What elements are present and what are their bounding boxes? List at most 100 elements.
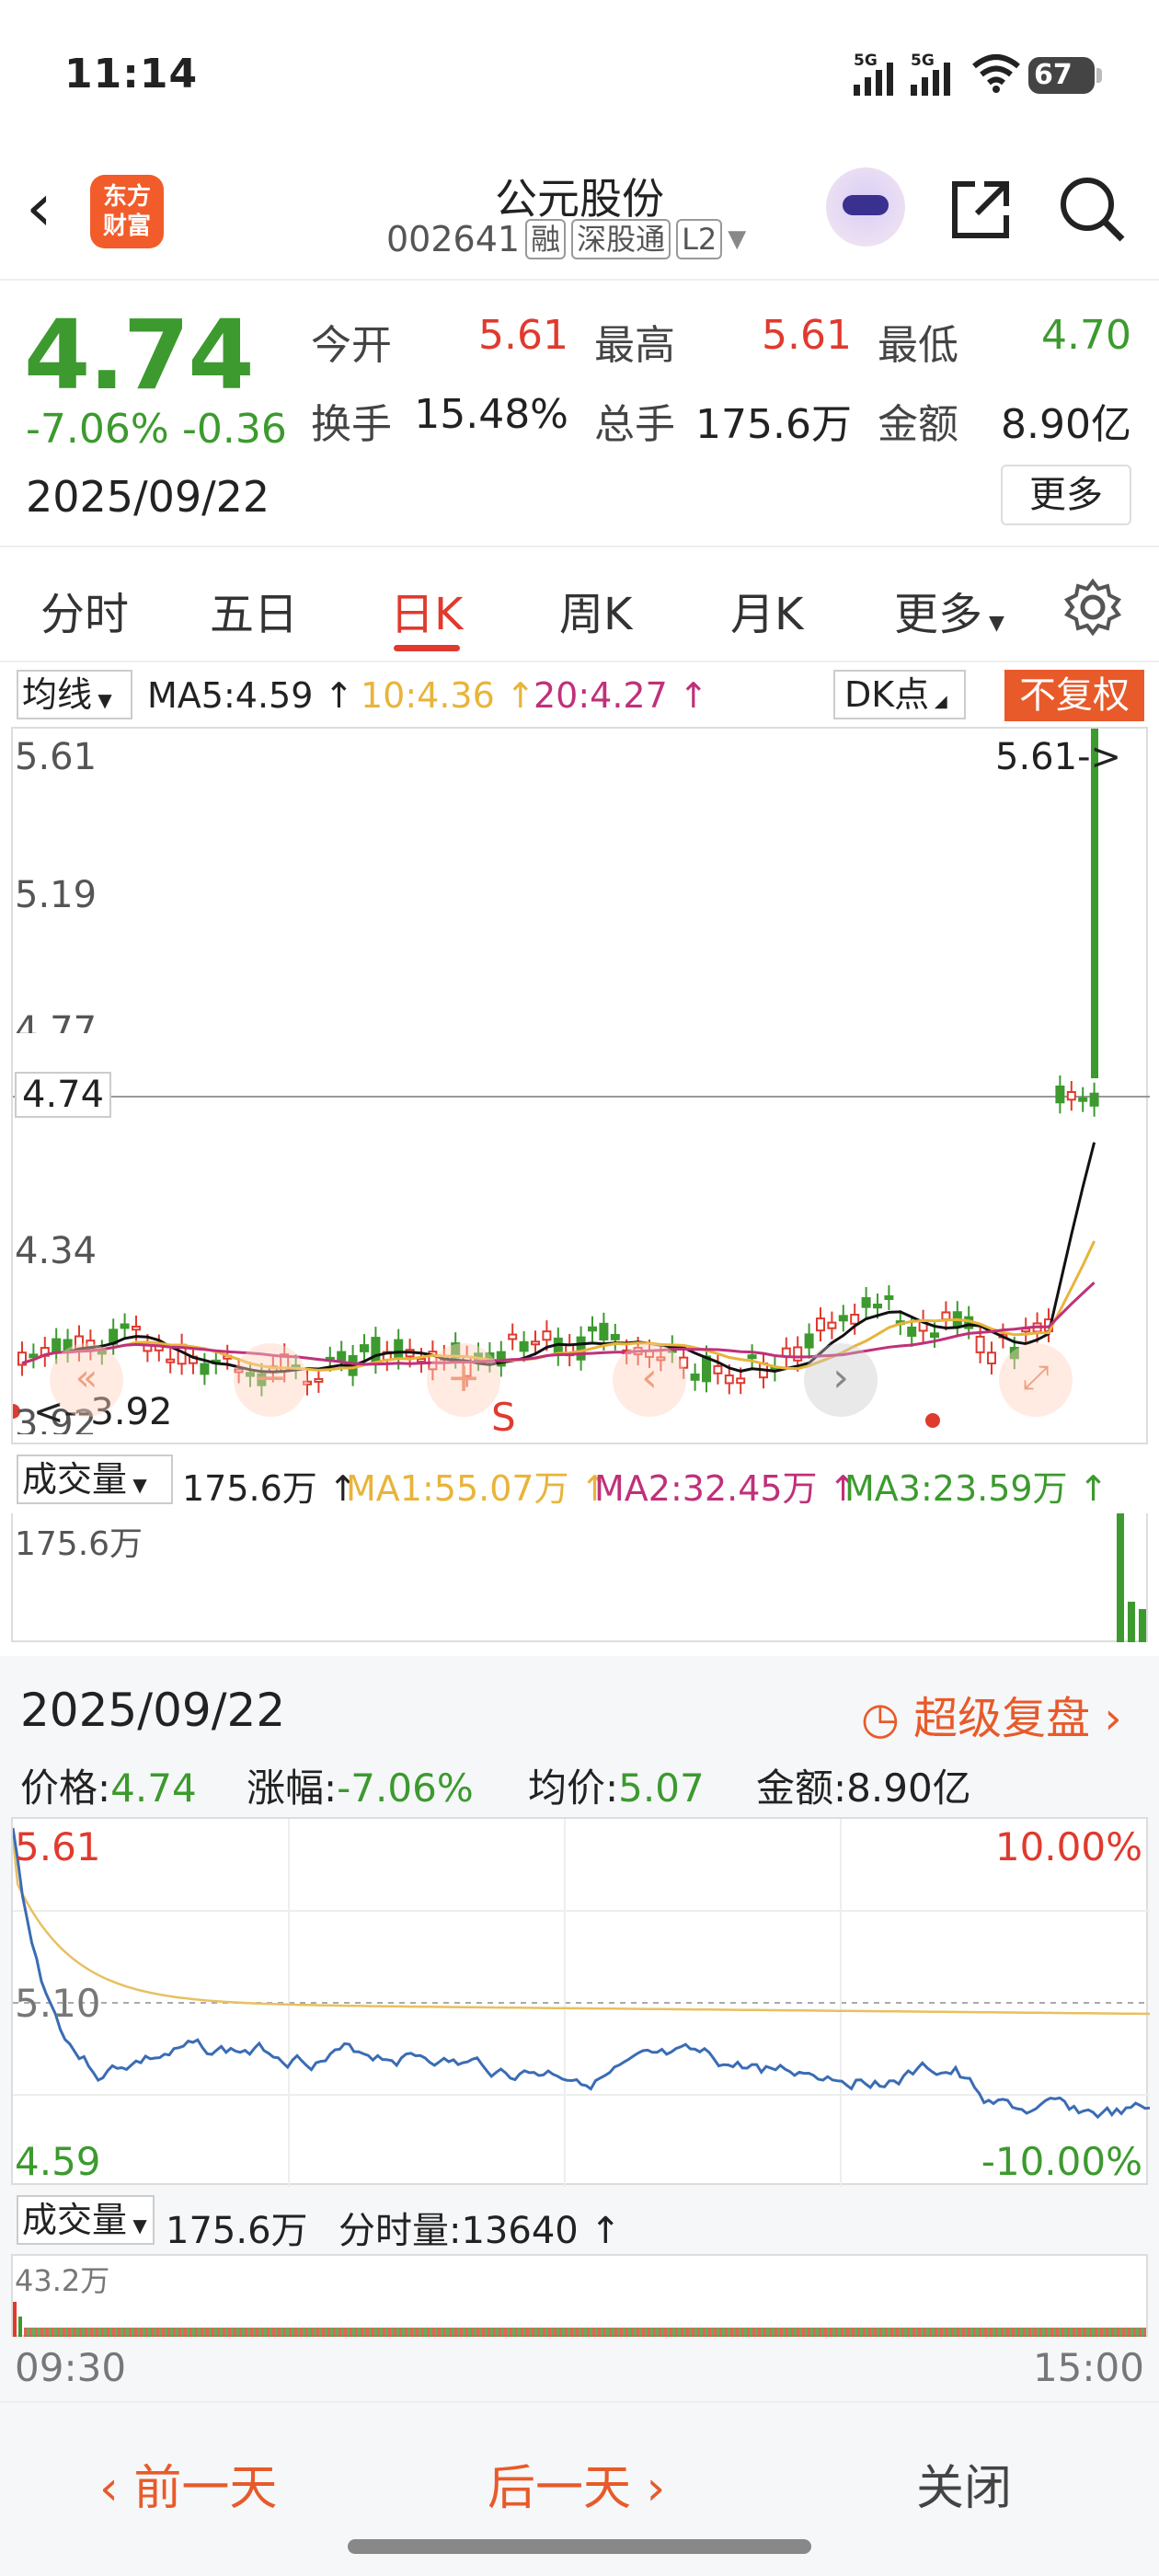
intraday-volume-chart[interactable]: 43.2万 xyxy=(11,2254,1148,2337)
scroll-left-button[interactable]: ‹ xyxy=(613,1343,686,1417)
zoom-out-button[interactable]: − xyxy=(234,1343,307,1417)
intraday-mid-label: 5.10 xyxy=(15,1981,101,2026)
volume-bar xyxy=(1139,1609,1146,1642)
corner-triangle-icon: ◢ xyxy=(929,692,947,711)
super-replay-link[interactable]: ◷ 超级复盘 › xyxy=(861,1682,1122,1746)
turnover-label: 换手 xyxy=(311,401,392,448)
amount-value: 8.90亿 xyxy=(1001,401,1131,448)
tab-more-label: 更多 xyxy=(894,589,983,640)
open-value: 5.61 xyxy=(478,312,568,359)
candle-body xyxy=(120,1323,130,1329)
intraday-volume-axis: 43.2万 xyxy=(15,2263,110,2298)
margin-tag: 融 xyxy=(525,219,567,259)
intraday-volume-bar: 成交量 ▼ 175.6万 分时量:13640 ↑ xyxy=(0,2190,1159,2254)
stock-code-row[interactable]: 002641 融 深股通 L2 ▼ xyxy=(386,219,746,259)
replay-avg: 均价:5.07 xyxy=(528,1757,705,1813)
candle-body xyxy=(793,1346,803,1362)
time-start: 09:30 xyxy=(15,2345,127,2390)
candle-body xyxy=(166,1358,176,1363)
ma20-value: 20:4.27 ↑ xyxy=(534,675,708,716)
candle-body xyxy=(52,1338,62,1354)
assistant-avatar-icon[interactable] xyxy=(826,167,905,247)
vol-ma2-text: MA2:32.45万 xyxy=(594,1468,818,1509)
max-price-marker: 5.61-> xyxy=(995,736,1122,778)
candle-body xyxy=(599,1322,609,1340)
intraday-volume-selector[interactable]: 成交量 ▼ xyxy=(17,2195,155,2245)
tab-more[interactable]: 更多 ▼ xyxy=(894,578,1004,642)
more-quote-button[interactable]: 更多 xyxy=(1001,465,1131,525)
close-button[interactable]: 关闭 xyxy=(916,2449,1012,2518)
candle-body xyxy=(827,1321,837,1329)
candle-body xyxy=(713,1364,723,1374)
candle-body xyxy=(588,1326,597,1332)
volume-chart[interactable]: 175.6万 xyxy=(11,1513,1148,1642)
dk-point-selector[interactable]: DK点 ◢ xyxy=(833,670,966,719)
fullscreen-icon[interactable]: ⤢ xyxy=(999,1343,1073,1417)
volume-value-text: 175.6万 xyxy=(182,1468,317,1509)
candle-body xyxy=(1066,1091,1076,1101)
replay-change-label: 涨幅: xyxy=(247,1765,338,1811)
candle-body xyxy=(337,1351,347,1362)
next-day-button[interactable]: 后一天 › xyxy=(488,2449,665,2518)
prev-day-label: 前一天 xyxy=(133,2461,278,2516)
chevron-right-icon: › xyxy=(1090,1693,1122,1744)
intraday-volume-value: 175.6万 xyxy=(166,2210,308,2252)
chevron-left-icon: ‹ xyxy=(99,2461,134,2516)
volume-value: 175.6万 ↑ xyxy=(182,1468,358,1509)
candle-body xyxy=(907,1326,917,1337)
home-indicator[interactable] xyxy=(348,2539,811,2554)
connect-tag: 深股通 xyxy=(571,219,671,259)
candle-body xyxy=(1091,729,1098,1078)
intraday-low-pct: -10.00% xyxy=(981,2139,1142,2184)
scroll-left-fast-button[interactable]: « xyxy=(50,1343,123,1417)
intraday-volume-bar xyxy=(18,2317,22,2337)
y-label-4: 4.34 xyxy=(15,1230,98,1272)
prev-day-button[interactable]: ‹ 前一天 xyxy=(99,2449,277,2518)
settings-gear-icon[interactable] xyxy=(1063,578,1122,637)
network-type-label-2: 5G xyxy=(911,52,935,70)
tab-intraday[interactable]: 分时 xyxy=(40,578,129,642)
tab-monthly-k[interactable]: 月K xyxy=(730,578,803,642)
candle-body xyxy=(1089,1092,1099,1107)
intraday-chart[interactable]: 5.61 5.10 4.59 10.00% -10.00% xyxy=(11,1817,1151,2187)
chevron-right-icon: › xyxy=(631,2461,666,2516)
volume-bar xyxy=(1128,1602,1135,1642)
tab-five-day[interactable]: 五日 xyxy=(210,578,298,642)
ma-selector[interactable]: 均线 ▼ xyxy=(17,670,132,719)
ma10-text: 10:4.36 xyxy=(361,675,495,716)
candle-body xyxy=(610,1333,620,1340)
vol-ma1-text: MA1:55.07万 xyxy=(346,1468,569,1509)
share-icon[interactable] xyxy=(947,177,1014,243)
candle-body xyxy=(200,1363,210,1375)
candle-body xyxy=(508,1333,518,1340)
stock-code: 002641 xyxy=(386,219,521,259)
candle-body xyxy=(576,1336,586,1361)
volume-value: 175.6万 xyxy=(695,401,852,448)
caret-down-icon: ▼ xyxy=(127,1474,147,1496)
cell-signal-icon-2: 5G xyxy=(911,52,950,96)
change-amount: -0.36 xyxy=(182,406,287,453)
candle-body xyxy=(930,1332,939,1339)
tab-weekly-k[interactable]: 周K xyxy=(559,578,632,642)
turnover-value: 15.48% xyxy=(414,391,568,438)
intraday-high-pct: 10.00% xyxy=(994,1824,1142,1869)
scroll-right-button[interactable]: › xyxy=(804,1343,878,1417)
next-day-label: 后一天 xyxy=(488,2461,632,2516)
history-clock-icon: ◷ xyxy=(861,1693,914,1744)
volume-bar xyxy=(1117,1513,1124,1642)
battery-indicator: 67 xyxy=(1028,57,1102,94)
zoom-in-button[interactable]: + xyxy=(427,1343,500,1417)
candle-body xyxy=(804,1333,814,1349)
candle-body xyxy=(816,1317,825,1332)
tab-daily-k[interactable]: 日K xyxy=(390,578,463,642)
intraday-svg xyxy=(11,1819,1151,2187)
candlestick-chart[interactable]: 5.61 5.19 4.77 4.74 4.34 3.92 5.61-> <--… xyxy=(6,727,1150,1444)
vol-ma2: MA2:32.45万 ↑ xyxy=(594,1468,858,1509)
dk-label: DK点 xyxy=(844,674,930,715)
candle-body xyxy=(987,1351,996,1364)
volume-selector[interactable]: 成交量 ▼ xyxy=(17,1455,173,1504)
volume-selector-label: 成交量 xyxy=(22,1459,128,1500)
adjust-mode-button[interactable]: 不复权 xyxy=(1004,670,1144,721)
search-icon[interactable] xyxy=(1058,175,1128,245)
volume-indicator-bar: 成交量 ▼ 175.6万 ↑ MA1:55.07万 ↑ MA2:32.45万 ↑… xyxy=(0,1449,1159,1513)
